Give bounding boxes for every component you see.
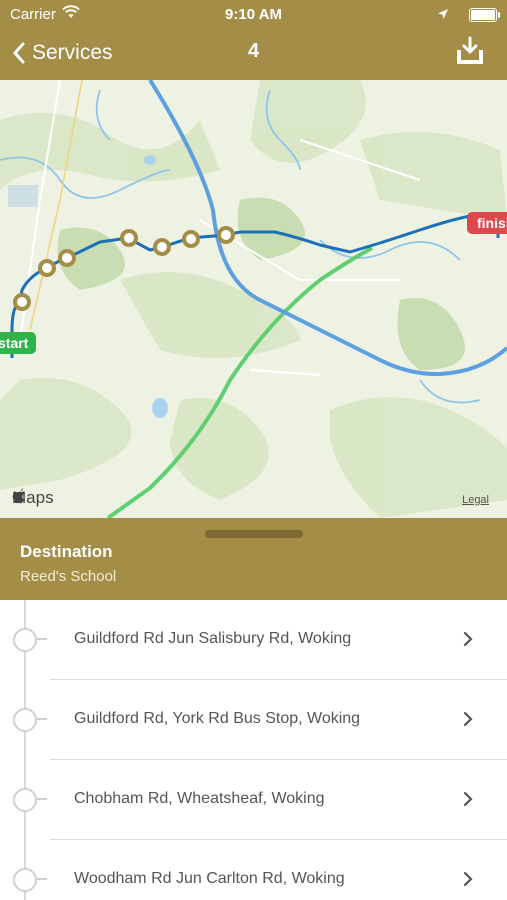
timeline-tick [37, 638, 47, 640]
route-stop-marker[interactable] [38, 259, 56, 277]
timeline-tick [37, 798, 47, 800]
maps-attribution: Maps [12, 488, 54, 508]
route-stop-marker[interactable] [58, 249, 76, 267]
chevron-right-icon [463, 711, 473, 727]
status-bar: Carrier 9:10 AM [0, 0, 507, 28]
route-stop-marker[interactable] [13, 293, 31, 311]
page-title: 4 [247, 40, 260, 62]
finish-marker[interactable]: finish [467, 212, 507, 234]
stop-node-icon [13, 628, 37, 652]
destination-panel: Destination Reed's School [0, 518, 507, 600]
chevron-right-icon [463, 631, 473, 647]
route-stop-marker[interactable] [120, 229, 138, 247]
stop-row[interactable]: Woodham Rd Jun Carlton Rd, Woking [0, 840, 507, 900]
download-tray-icon [457, 36, 483, 64]
legal-link[interactable]: Legal [462, 494, 489, 506]
map-canvas [0, 80, 507, 518]
stop-row[interactable]: Guildford Rd Jun Salisbury Rd, Woking [0, 600, 507, 680]
battery-icon [469, 8, 500, 22]
location-arrow-icon [437, 7, 449, 24]
chevron-right-icon [463, 791, 473, 807]
stop-row[interactable]: Chobham Rd, Wheatsheaf, Woking [0, 760, 507, 840]
stop-node-icon [13, 708, 37, 732]
route-stop-marker[interactable] [153, 238, 171, 256]
route-stop-marker[interactable] [182, 230, 200, 248]
stop-name: Guildford Rd Jun Salisbury Rd, Woking [74, 630, 352, 647]
download-button[interactable] [455, 36, 485, 71]
route-map[interactable]: start finish Maps Legal [0, 80, 507, 518]
route-stop-marker[interactable] [217, 226, 235, 244]
apple-logo-icon [12, 488, 24, 504]
stop-node-icon [13, 868, 37, 892]
timeline-tick [37, 878, 47, 880]
stop-row[interactable]: Guildford Rd, York Rd Bus Stop, Woking [0, 680, 507, 760]
destination-value: Reed's School [20, 568, 117, 585]
chevron-right-icon [463, 871, 473, 887]
clock: 9:10 AM [225, 6, 282, 23]
stops-list: Guildford Rd Jun Salisbury Rd, Woking Gu… [0, 600, 507, 900]
stop-name: Guildford Rd, York Rd Bus Stop, Woking [74, 710, 361, 727]
drag-handle[interactable] [205, 530, 303, 538]
stop-name: Woodham Rd Jun Carlton Rd, Woking [74, 870, 345, 887]
stop-name: Chobham Rd, Wheatsheaf, Woking [74, 790, 325, 807]
nav-header: Carrier 9:10 AM Services 4 [0, 0, 507, 80]
timeline-tick [37, 718, 47, 720]
stop-node-icon [13, 788, 37, 812]
destination-title: Destination [20, 542, 113, 561]
start-marker[interactable]: start [0, 332, 37, 354]
